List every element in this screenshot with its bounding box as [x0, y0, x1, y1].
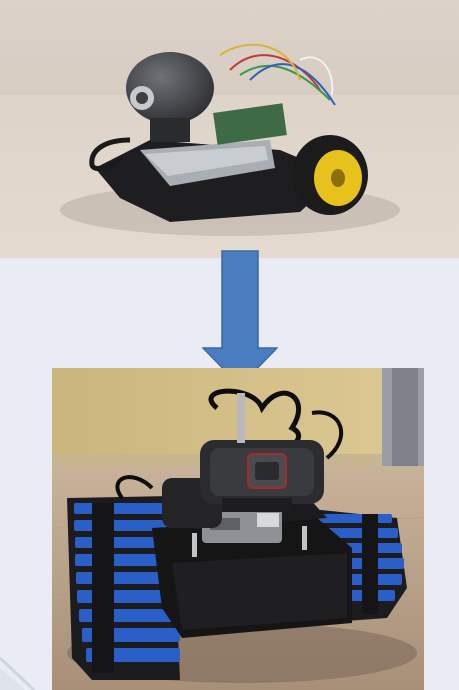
- webcam-clip: [222, 498, 292, 512]
- down-arrow-icon: [202, 250, 278, 387]
- webcam-stand: [150, 118, 190, 142]
- webcam-stalk: [237, 393, 245, 443]
- tracked-robot-photo: [52, 368, 424, 690]
- wheeled-robot-photo: [0, 0, 459, 258]
- decorative-stroke: [0, 656, 36, 690]
